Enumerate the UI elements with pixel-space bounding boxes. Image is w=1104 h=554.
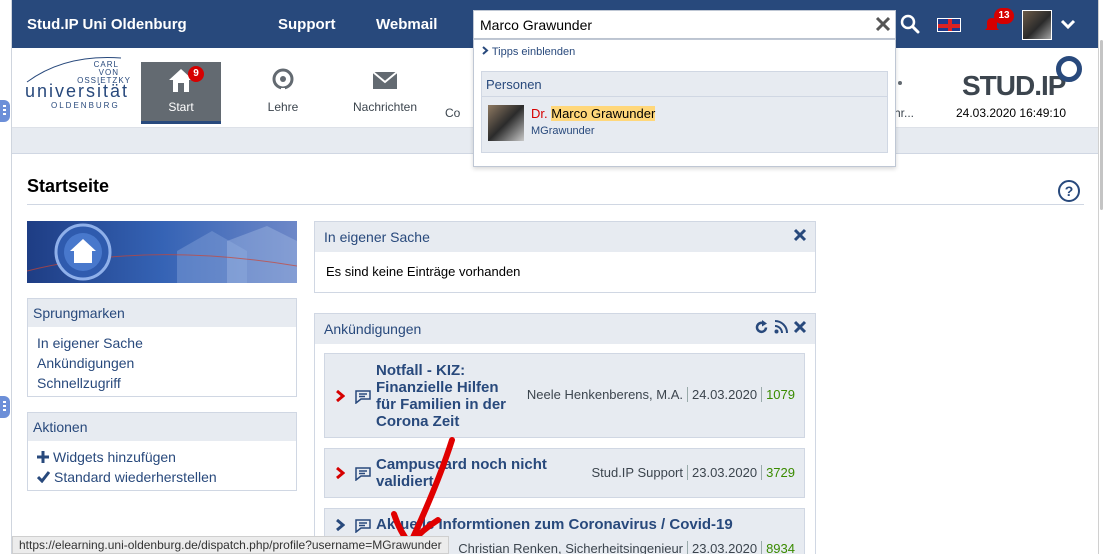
language-flag-icon[interactable] — [937, 18, 961, 32]
close-icon[interactable] — [793, 320, 807, 334]
side-handle-icon[interactable] — [0, 100, 10, 122]
clear-search-icon[interactable] — [875, 15, 891, 33]
brand-link[interactable]: Stud.IP Uni Oldenburg — [27, 16, 187, 33]
search-icon[interactable] — [900, 14, 920, 34]
announcement-author[interactable]: Christian Renken, Sicherheitsingenieur — [454, 541, 687, 554]
action-label: Standard wiederherstellen — [54, 469, 217, 485]
announcement-title[interactable]: Aktuelle Informtionen zum Coronavirus / … — [376, 516, 796, 533]
widget-empty-text: Es sind keine Einträge vorhanden — [326, 264, 521, 279]
announcement-views: 1079 — [766, 387, 795, 402]
tips-toggle[interactable]: Tipps einblenden — [482, 46, 575, 58]
sidebar-jumpmarks: Sprungmarken In eigener Sache Ankündigun… — [27, 298, 297, 397]
result-avatar — [488, 105, 524, 141]
studip-logo[interactable]: STUD.IP — [962, 70, 1066, 102]
announcement-views: 3729 — [766, 465, 795, 480]
announcement-item[interactable]: Notfall - KIZ: Finanzielle Hilfen für Fa… — [324, 353, 805, 438]
restore-default-action[interactable]: Standard wiederherstellen — [37, 467, 287, 487]
nav-item-start[interactable]: Start 9 — [141, 62, 221, 124]
global-search — [473, 10, 896, 39]
support-link[interactable]: Support — [278, 16, 336, 33]
announcement-icon — [355, 390, 371, 404]
logo-city: OLDENBURG — [51, 101, 120, 110]
divider — [27, 204, 1084, 205]
announcement-icon — [355, 467, 371, 481]
nav-item-label: Lehre — [267, 100, 299, 114]
announcement-author[interactable]: Neele Henkenberens, M.A. — [523, 387, 687, 402]
announcement-title[interactable]: Campuscard noch nicht validiert — [376, 456, 566, 490]
widget-own-matter: In eigener Sache Es sind keine Einträge … — [314, 221, 816, 293]
announcement-meta: Stud.IP Support 23.03.2020 3729 — [587, 465, 799, 480]
announcement-author[interactable]: Stud.IP Support — [587, 465, 687, 480]
chevron-right-icon[interactable] — [335, 390, 345, 402]
sidebar-actions-header: Aktionen — [28, 413, 296, 441]
notification-badge[interactable]: 13 — [994, 8, 1014, 24]
banner-graphic-icon — [27, 223, 297, 283]
chevron-right-icon[interactable] — [335, 467, 345, 479]
nav-badge: 9 — [188, 66, 204, 82]
search-category-header: Personen — [481, 71, 888, 97]
jump-link-announcements[interactable]: Ankündigungen — [37, 353, 287, 373]
announcement-meta: Neele Henkenberens, M.A. 24.03.2020 1079 — [523, 387, 799, 402]
tips-label: Tipps einblenden — [491, 46, 576, 58]
nav-item-label: Co — [445, 106, 461, 120]
scrollbar[interactable] — [1098, 0, 1104, 554]
mail-icon — [372, 71, 398, 89]
studip-logo-ring-icon — [1056, 56, 1082, 82]
announcement-views: 8934 — [766, 541, 795, 554]
add-widgets-action[interactable]: Widgets hinzufügen — [37, 447, 287, 467]
server-datetime: 24.03.2020 16:49:10 — [956, 106, 1067, 120]
target-icon — [272, 68, 294, 93]
announcement-title[interactable]: Notfall - KIZ: Finanzielle Hilfen für Fa… — [376, 362, 511, 430]
nav-item-nachrichten[interactable]: Nachrichten — [345, 62, 425, 124]
rss-icon[interactable] — [774, 320, 788, 334]
announcement-meta: Christian Renken, Sicherheitsingenieur 2… — [454, 541, 799, 554]
nav-item-label: Nachrichten — [352, 100, 418, 114]
avatar[interactable] — [1022, 10, 1052, 40]
chevron-down-icon[interactable] — [1060, 14, 1076, 34]
logo-name: universität — [25, 81, 130, 101]
search-input[interactable] — [480, 16, 860, 34]
university-logo[interactable]: CARL VON OSSIETZKY universität OLDENBURG — [25, 56, 135, 112]
checkmark-icon — [37, 471, 50, 483]
sidebar-banner — [27, 221, 297, 283]
widget-title: Ankündigungen — [324, 321, 422, 337]
sidebar-actions: Aktionen Widgets hinzufügen Standard wie… — [27, 412, 297, 491]
sidebar-jumpmarks-header: Sprungmarken — [28, 299, 296, 327]
chevron-right-icon — [482, 46, 489, 55]
refresh-icon[interactable] — [754, 320, 769, 335]
result-title: Dr. — [531, 106, 548, 121]
search-results-dropdown: Tipps einblenden Personen Dr. Marco Graw… — [473, 39, 896, 167]
page-title: Startseite — [27, 176, 110, 196]
nav-item-label: hr... — [893, 106, 914, 120]
result-username: MGrawunder — [531, 125, 595, 137]
announcement-date: 23.03.2020 — [692, 541, 758, 554]
webmail-link[interactable]: Webmail — [376, 16, 437, 33]
widget-title: In eigener Sache — [324, 229, 430, 245]
jump-link-quickaccess[interactable]: Schnellzugriff — [37, 373, 287, 393]
search-result-person[interactable]: Dr. Marco Grawunder MGrawunder — [481, 97, 888, 153]
nav-item-label: Start — [168, 100, 194, 114]
jump-link-own[interactable]: In eigener Sache — [37, 333, 287, 353]
plus-icon — [37, 451, 49, 463]
nav-item-lehre[interactable]: Lehre — [243, 62, 323, 124]
result-name-highlight: Marco Grawunder — [551, 106, 656, 121]
action-label: Widgets hinzufügen — [53, 449, 176, 465]
announcement-date: 24.03.2020 — [692, 387, 758, 402]
help-icon[interactable]: ? — [1058, 180, 1080, 202]
announcement-icon — [355, 519, 371, 533]
announcement-item[interactable]: Campuscard noch nicht validiert Stud.IP … — [324, 448, 805, 498]
announcement-date: 23.03.2020 — [692, 465, 758, 480]
window-left-edge — [0, 0, 12, 554]
side-handle-icon[interactable] — [0, 396, 10, 418]
browser-status-url: https://elearning.uni-oldenburg.de/dispa… — [12, 536, 449, 554]
close-icon[interactable] — [793, 228, 807, 242]
chevron-right-icon[interactable] — [335, 519, 345, 531]
result-name[interactable]: Dr. Marco Grawunder — [531, 106, 656, 121]
